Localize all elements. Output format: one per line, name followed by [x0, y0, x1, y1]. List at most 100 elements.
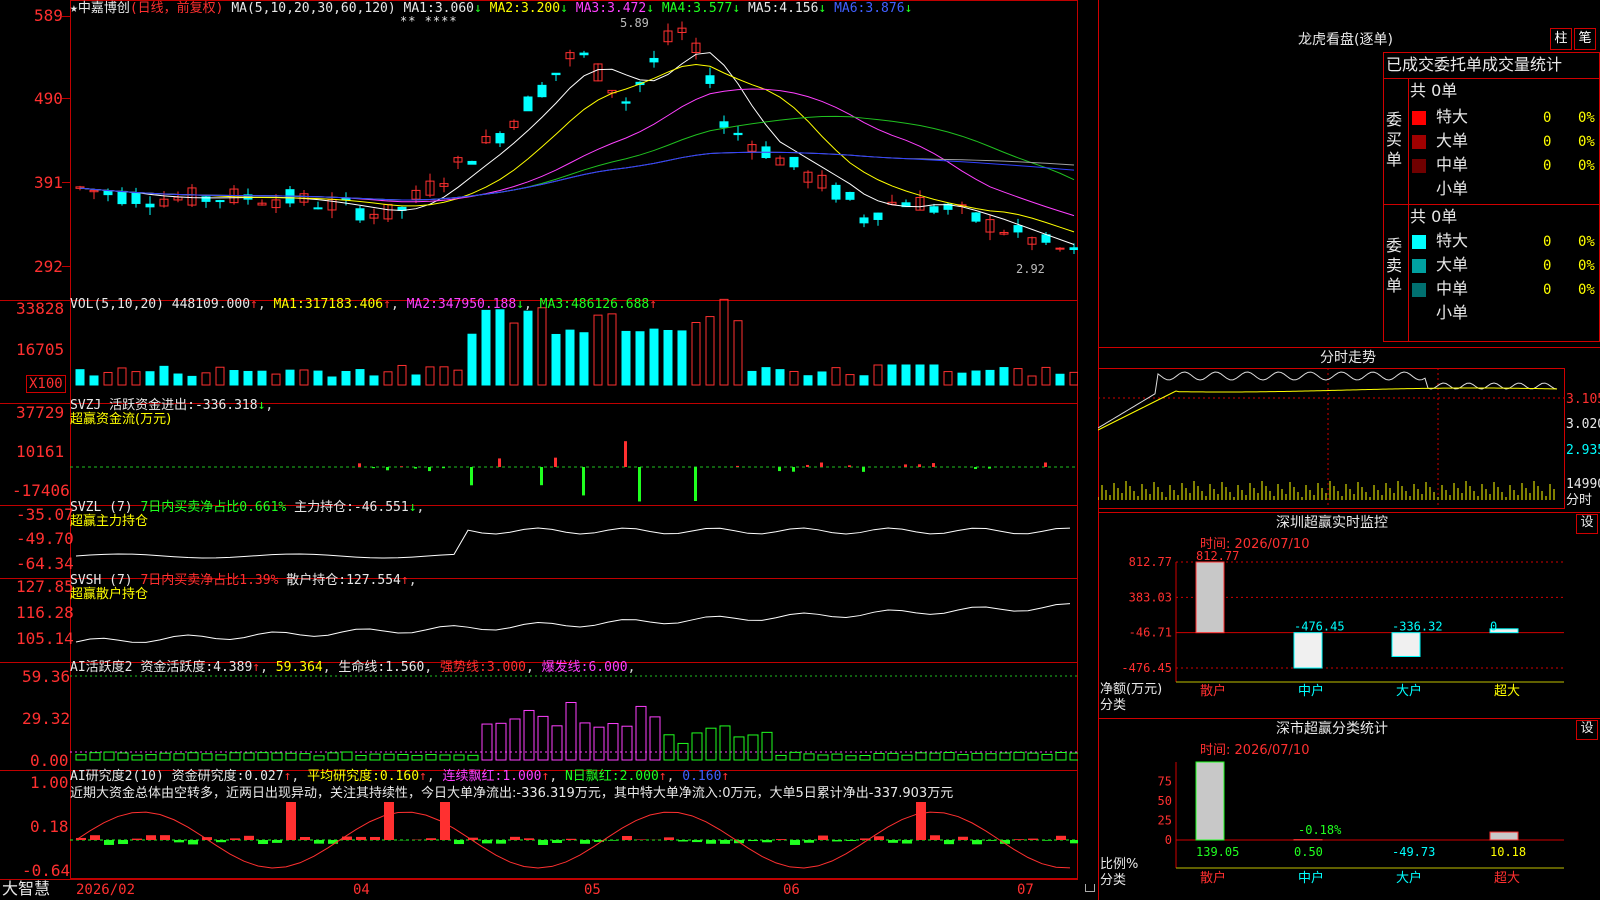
- volume-bar: [565, 329, 575, 386]
- volume-bar: [761, 367, 771, 386]
- research-bar: [104, 840, 114, 845]
- star-icon[interactable]: ★: [70, 1, 78, 16]
- chart-frame: [70, 0, 1078, 879]
- research-bar: [776, 839, 786, 840]
- research-bar: [524, 838, 534, 840]
- research-bar: [1042, 840, 1052, 841]
- sell-orders-label: 委卖单: [1386, 236, 1403, 295]
- sz-stats-xlabel: 分类: [1100, 873, 1127, 888]
- research-bar: [916, 802, 926, 840]
- bar-value-label: -49.73: [1392, 845, 1435, 859]
- x-axis-label: 07: [1017, 882, 1034, 898]
- research-bar: [748, 840, 758, 842]
- svzl-value: -46.551: [353, 500, 409, 515]
- activity-bar: [103, 751, 115, 761]
- volume-bar: [635, 331, 645, 386]
- fund-flow-bar: [372, 467, 375, 469]
- intraday-chart[interactable]: [1098, 368, 1600, 510]
- ma3-value: 3.472: [607, 1, 647, 16]
- vol-indicator-header: VOL(5,10,20) 448109.000↑, MA1:317183.406…: [70, 297, 658, 312]
- category-label: 中户: [1298, 870, 1324, 886]
- volume-bar: [677, 330, 687, 386]
- y-tick-label: 812.77: [1129, 555, 1172, 569]
- kline-chart[interactable]: [0, 0, 1078, 900]
- volume-bar: [929, 364, 939, 386]
- sz-stats-settings-button[interactable]: 设: [1576, 720, 1598, 740]
- research-bar: [538, 840, 548, 845]
- candle-down: [523, 96, 533, 112]
- ai-active-tick: 29.32: [22, 709, 71, 728]
- order-count: 0: [1543, 234, 1552, 250]
- volume-bar: [453, 369, 463, 386]
- vol-tick: 33828: [16, 299, 65, 318]
- svsh-tick: 105.14: [16, 629, 74, 648]
- volume-bar: [439, 366, 449, 386]
- research-bar: [272, 840, 282, 843]
- activity-bar: [117, 752, 129, 761]
- svzj-tick: -17406: [12, 481, 70, 500]
- monitor-bar: [1293, 632, 1323, 669]
- fund-flow-bar: [1044, 462, 1047, 467]
- research-bar: [496, 840, 506, 844]
- volume-bar: [425, 366, 435, 386]
- activity-bar: [537, 715, 549, 761]
- lock-icon[interactable]: [1085, 884, 1095, 892]
- research-bar: [90, 835, 100, 840]
- volume-bar: [131, 371, 141, 386]
- fund-flow-bar: [540, 467, 543, 486]
- category-label: 散户: [1200, 683, 1226, 699]
- volume-bar: [789, 370, 799, 386]
- fund-flow-bar: [736, 465, 739, 467]
- volume-bar: [467, 333, 477, 386]
- activity-bar: [285, 752, 297, 761]
- x-axis-label: 04: [353, 882, 370, 898]
- vol-unit-badge[interactable]: X100: [26, 375, 66, 393]
- sell-total: 共 0单: [1410, 207, 1458, 226]
- research-bar: [188, 840, 198, 845]
- volume-bar: [999, 367, 1009, 386]
- bar-value-label: 0: [1490, 620, 1497, 634]
- volume-bar: [145, 371, 155, 386]
- activity-bar: [1027, 752, 1039, 761]
- ma-line: [79, 64, 1075, 233]
- ma-line: [79, 115, 1075, 201]
- order-size-label: 大单: [1436, 131, 1469, 150]
- candle-down: [705, 75, 715, 84]
- ratio-bar: [1195, 761, 1225, 841]
- main-position-line: [75, 527, 1071, 559]
- research-bar: [622, 835, 632, 840]
- ai-research-tick: -0.64: [22, 861, 71, 880]
- volume-bar: [985, 369, 995, 386]
- research-bar: [566, 838, 576, 840]
- tick-view-button[interactable]: 笔: [1574, 28, 1596, 50]
- fund-flow-bar: [974, 467, 977, 470]
- activity-bar: [943, 752, 955, 761]
- mid-value-label: -0.18%: [1298, 823, 1342, 837]
- volume-bar: [943, 371, 953, 386]
- research-bar: [216, 840, 226, 843]
- ai-research-tick: 1.00: [30, 773, 69, 792]
- research-bar: [972, 840, 982, 845]
- research-bar: [1014, 839, 1024, 840]
- candle-down: [117, 190, 127, 205]
- ma-params: MA(5,10,20,30,60,120): [231, 1, 396, 16]
- y-tick-label: 0: [1165, 833, 1172, 847]
- fund-flow-bar: [820, 462, 823, 467]
- candle-down: [929, 206, 939, 213]
- volume-bar: [75, 369, 85, 386]
- activity-bar: [215, 754, 227, 761]
- candle-down: [145, 203, 155, 208]
- sz-monitor-settings-button[interactable]: 设: [1576, 514, 1598, 534]
- ma5-value: 4.156: [779, 1, 819, 16]
- x-axis-label: 2026/02: [76, 882, 136, 898]
- order-count: 0: [1543, 282, 1552, 298]
- ai-active-tick: 59.36: [22, 667, 71, 686]
- bar-view-button[interactable]: 柱: [1550, 28, 1572, 50]
- ai-research-tick: 0.18: [30, 817, 69, 836]
- volume-bar: [551, 333, 561, 386]
- activity-bar: [201, 753, 213, 761]
- activity-bar: [383, 753, 395, 761]
- svsh-subtitle: 超赢散户持仓: [70, 587, 149, 602]
- period-label[interactable]: (日线，前复权): [130, 1, 224, 16]
- research-bar: [258, 840, 268, 845]
